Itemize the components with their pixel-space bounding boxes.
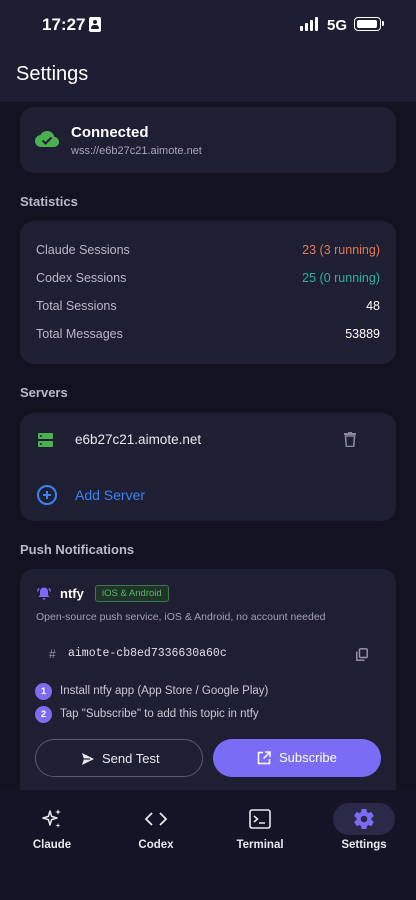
tab-terminal[interactable]: Terminal [208,790,312,860]
tab-settings[interactable]: Settings [312,790,416,860]
stat-label: Total Messages [36,327,123,341]
stat-value: 25 (0 running) [302,271,380,285]
open-external-icon [257,751,271,765]
gear-icon [354,809,374,830]
send-icon [82,753,94,765]
tab-claude[interactable]: Claude [0,790,104,860]
platform-badge: iOS & Android [95,585,169,602]
cloud-check-icon [35,131,59,147]
status-bar: 17:27 5G [0,0,416,50]
stat-row-total-messages: Total Messages 53889 [36,327,380,347]
statistics-section-label: Statistics [20,194,78,209]
code-brackets-icon [144,812,168,826]
connection-url: wss://e6b27c21.aimote.net [71,145,202,157]
step-text: Tap "Subscribe" to add this topic in ntf… [60,708,259,720]
step-text: Install ntfy app (App Store / Google Pla… [60,685,269,697]
app-header: 17:27 5G Settings [0,0,416,102]
trash-icon[interactable] [344,432,356,447]
push-description: Open-source push service, iOS & Android,… [36,611,326,623]
push-card: ntfy iOS & Android Open-source push serv… [20,569,396,809]
stat-label: Codex Sessions [36,271,127,285]
bottom-nav: Claude Codex Terminal Settings [0,790,416,900]
stat-label: Claude Sessions [36,243,130,257]
page-title: Settings [16,63,89,85]
sparkle-icon [42,809,61,828]
battery-icon [354,17,384,31]
push-section-label: Push Notifications [20,542,135,557]
add-server-button[interactable]: Add Server [20,469,396,521]
subscribe-label: Subscribe [279,750,337,765]
copy-icon[interactable] [356,648,368,661]
bell-ringing-icon [36,587,52,600]
stat-row-codex-sessions: Codex Sessions 25 (0 running) [36,271,380,291]
statistics-card: Claude Sessions 23 (3 running) Codex Ses… [20,221,396,364]
tab-label: Codex [138,839,174,851]
cellular-signal-icon [300,17,322,31]
send-test-label: Send Test [102,751,160,766]
connection-card: Connected wss://e6b27c21.aimote.net [20,107,396,173]
status-time: 17:27 [42,15,86,34]
terminal-icon [249,809,271,829]
servers-card: e6b27c21.aimote.net Add Server [20,413,396,521]
stat-label: Total Sessions [36,299,117,313]
add-server-label: Add Server [75,487,146,503]
tab-label: Claude [32,839,72,851]
stat-row-total-sessions: Total Sessions 48 [36,299,380,319]
push-provider-name: ntfy [60,586,84,601]
server-host: e6b27c21.aimote.net [75,432,202,447]
server-item[interactable]: e6b27c21.aimote.net [20,413,396,465]
contact-card-icon [89,17,101,32]
stat-value: 23 (3 running) [302,243,380,257]
tab-label: Terminal [236,839,284,851]
stat-value: 53889 [345,327,380,341]
server-icon [38,433,53,447]
network-type: 5G [327,17,348,34]
add-circle-icon [37,485,57,505]
connection-status: Connected [71,124,149,141]
tab-label: Settings [341,839,387,851]
servers-section-label: Servers [20,385,68,400]
step-number: 2 [35,706,52,723]
tab-codex[interactable]: Codex [104,790,208,860]
step-number: 1 [35,683,52,700]
send-test-button[interactable]: Send Test [35,739,203,777]
stat-value: 48 [366,299,380,313]
topic-name: aimote-cb8ed7336630a60c [68,647,227,660]
subscribe-button[interactable]: Subscribe [213,739,381,777]
stat-row-claude-sessions: Claude Sessions 23 (3 running) [36,243,380,263]
hash-icon: # [49,647,56,661]
